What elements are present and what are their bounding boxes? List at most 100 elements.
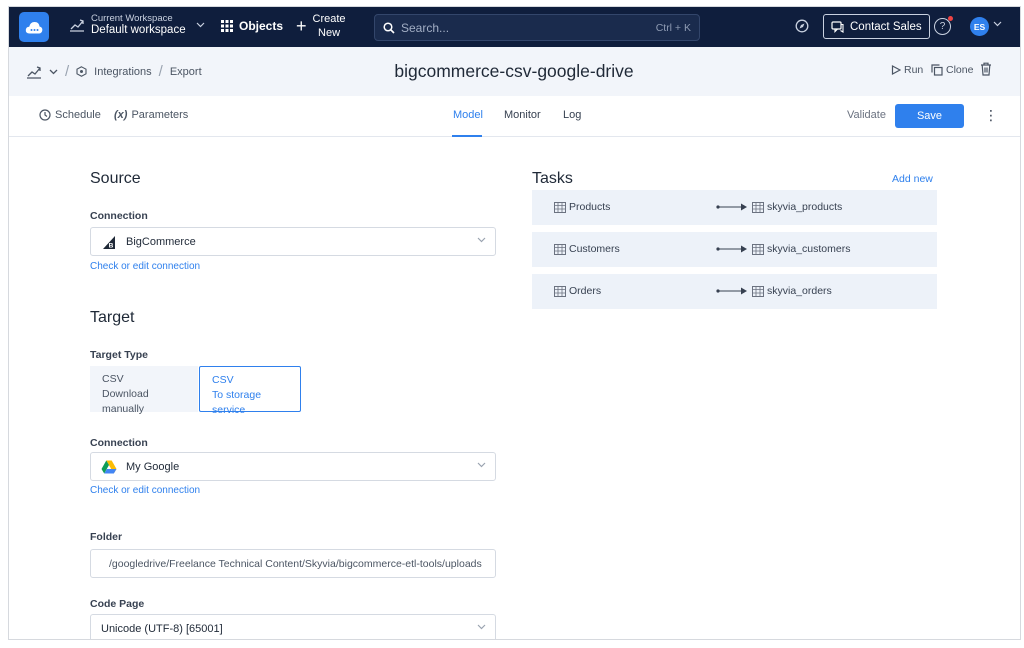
breadcrumb-bar: / Integrations / Export bigcommerce-csv-… — [9, 47, 1020, 96]
tasks-title: Tasks — [532, 170, 573, 187]
code-page-value: Unicode (UTF-8) [65001] — [101, 622, 223, 635]
chevron-down-icon[interactable] — [993, 21, 1002, 27]
code-page-label: Code Page — [90, 598, 145, 610]
contact-sales-label: Contact Sales — [850, 20, 922, 33]
new-label: New — [318, 27, 341, 39]
table-icon — [752, 243, 764, 255]
validate-button[interactable]: Validate — [847, 109, 886, 121]
breadcrumb-separator: / — [65, 63, 70, 80]
task-target-name: skyvia_orders — [767, 285, 832, 297]
parameters-label: Parameters — [131, 109, 189, 121]
task-target: skyvia_products — [752, 201, 842, 213]
target-title: Target — [90, 309, 135, 326]
arrow-right-icon — [716, 287, 747, 295]
page-title[interactable]: bigcommerce-csv-google-drive — [389, 61, 639, 82]
search-shortcut-hint: Ctrl + K — [655, 21, 691, 34]
target-connection-value: My Google — [126, 460, 180, 473]
chevron-down-icon — [477, 462, 486, 468]
breadcrumb-integrations[interactable]: Integrations — [94, 66, 151, 78]
clock-icon — [39, 109, 51, 121]
add-new-task-link[interactable]: Add new — [892, 173, 933, 185]
task-target: skyvia_orders — [752, 285, 832, 297]
workspace-icon — [70, 19, 84, 32]
plus-icon: + — [296, 16, 307, 36]
objects-menu-button[interactable]: Objects — [221, 19, 283, 33]
target-type-subtitle: Download manually — [102, 388, 149, 415]
svg-text:B: B — [109, 242, 114, 249]
table-icon — [554, 285, 566, 297]
user-avatar[interactable]: ES — [970, 17, 989, 36]
table-icon — [554, 201, 566, 213]
task-target-name: skyvia_products — [767, 201, 843, 213]
arrow-right-icon — [716, 245, 747, 253]
task-row[interactable]: Customers skyvia_customers — [532, 232, 937, 267]
task-row[interactable]: Products skyvia_products — [532, 190, 937, 225]
table-icon — [554, 243, 566, 255]
create-new-button[interactable]: + Create New — [296, 12, 346, 40]
target-type-title: CSV — [102, 373, 124, 385]
task-source-name: Products — [569, 201, 611, 213]
target-connection-label: Connection — [90, 437, 148, 449]
search-input[interactable] — [401, 20, 650, 35]
play-icon — [891, 65, 901, 75]
target-type-download-manually[interactable]: CSV Download manually — [90, 366, 198, 415]
objects-label: Objects — [239, 19, 284, 33]
target-connection-select[interactable]: My Google — [90, 452, 496, 481]
table-icon — [752, 285, 764, 297]
source-check-connection-link[interactable]: Check or edit connection — [90, 261, 200, 272]
contact-sales-button[interactable]: Contact Sales — [823, 14, 930, 39]
top-navigation-bar: Current Workspace Default workspace Obje… — [9, 7, 1020, 47]
active-tab-indicator — [452, 135, 482, 137]
save-button[interactable]: Save — [895, 104, 964, 128]
workspace-switcher[interactable]: Current Workspace Default workspace — [69, 13, 205, 37]
schedule-label: Schedule — [55, 109, 101, 121]
workspace-label: Current Workspace — [91, 13, 173, 24]
source-connection-select[interactable]: B BigCommerce — [90, 227, 496, 256]
clone-button[interactable]: Clone — [931, 64, 973, 76]
chat-icon — [831, 20, 844, 33]
clone-label: Clone — [946, 64, 974, 76]
help-glyph: ? — [939, 21, 946, 32]
source-title: Source — [90, 170, 141, 187]
variable-icon: (x) — [114, 109, 128, 121]
tab-log[interactable]: Log — [563, 109, 581, 121]
google-drive-icon — [101, 460, 117, 473]
run-label: Run — [904, 64, 924, 76]
source-connection-value: BigCommerce — [126, 235, 196, 248]
compass-icon[interactable] — [795, 19, 809, 38]
create-label: Create — [312, 13, 346, 25]
task-row[interactable]: Orders skyvia_orders — [532, 274, 937, 309]
tabs-bar: Schedule (x) Parameters Model Monitor Lo… — [9, 96, 1020, 137]
app-window: Current Workspace Default workspace Obje… — [8, 6, 1021, 640]
target-type-subtitle: To storage service — [212, 389, 262, 416]
breadcrumb-export[interactable]: Export — [170, 66, 202, 78]
task-target-name: skyvia_customers — [767, 243, 851, 255]
schedule-button[interactable]: Schedule — [39, 109, 101, 121]
task-source-name: Orders — [569, 285, 602, 297]
task-source: Customers — [554, 243, 620, 255]
bigcommerce-logo-icon: B — [103, 235, 115, 249]
task-source: Orders — [554, 285, 601, 297]
code-page-select[interactable]: Unicode (UTF-8) [65001] — [90, 614, 496, 639]
workspace-icon[interactable] — [26, 65, 42, 79]
more-options-icon[interactable]: ⋮ — [984, 107, 998, 124]
chevron-down-icon — [196, 22, 205, 28]
trash-icon[interactable] — [980, 62, 992, 76]
tab-model[interactable]: Model — [453, 109, 483, 121]
tab-monitor[interactable]: Monitor — [504, 109, 541, 121]
app-logo-icon[interactable] — [19, 12, 49, 42]
target-type-title: CSV — [212, 374, 234, 386]
notification-dot — [948, 16, 953, 21]
workspace-name: Default workspace — [91, 24, 186, 36]
parameters-button[interactable]: (x) Parameters — [114, 109, 188, 121]
task-source: Products — [554, 201, 610, 213]
target-type-storage-service[interactable]: CSV To storage service — [199, 366, 301, 416]
run-button[interactable]: Run — [891, 64, 923, 76]
source-connection-label: Connection — [90, 210, 148, 222]
copy-icon — [931, 64, 943, 76]
task-source-name: Customers — [569, 243, 620, 255]
folder-input[interactable]: /googledrive/Freelance Technical Content… — [90, 549, 496, 578]
target-check-connection-link[interactable]: Check or edit connection — [90, 485, 200, 496]
global-search[interactable]: Ctrl + K — [374, 14, 700, 41]
chevron-down-icon[interactable] — [49, 69, 58, 75]
